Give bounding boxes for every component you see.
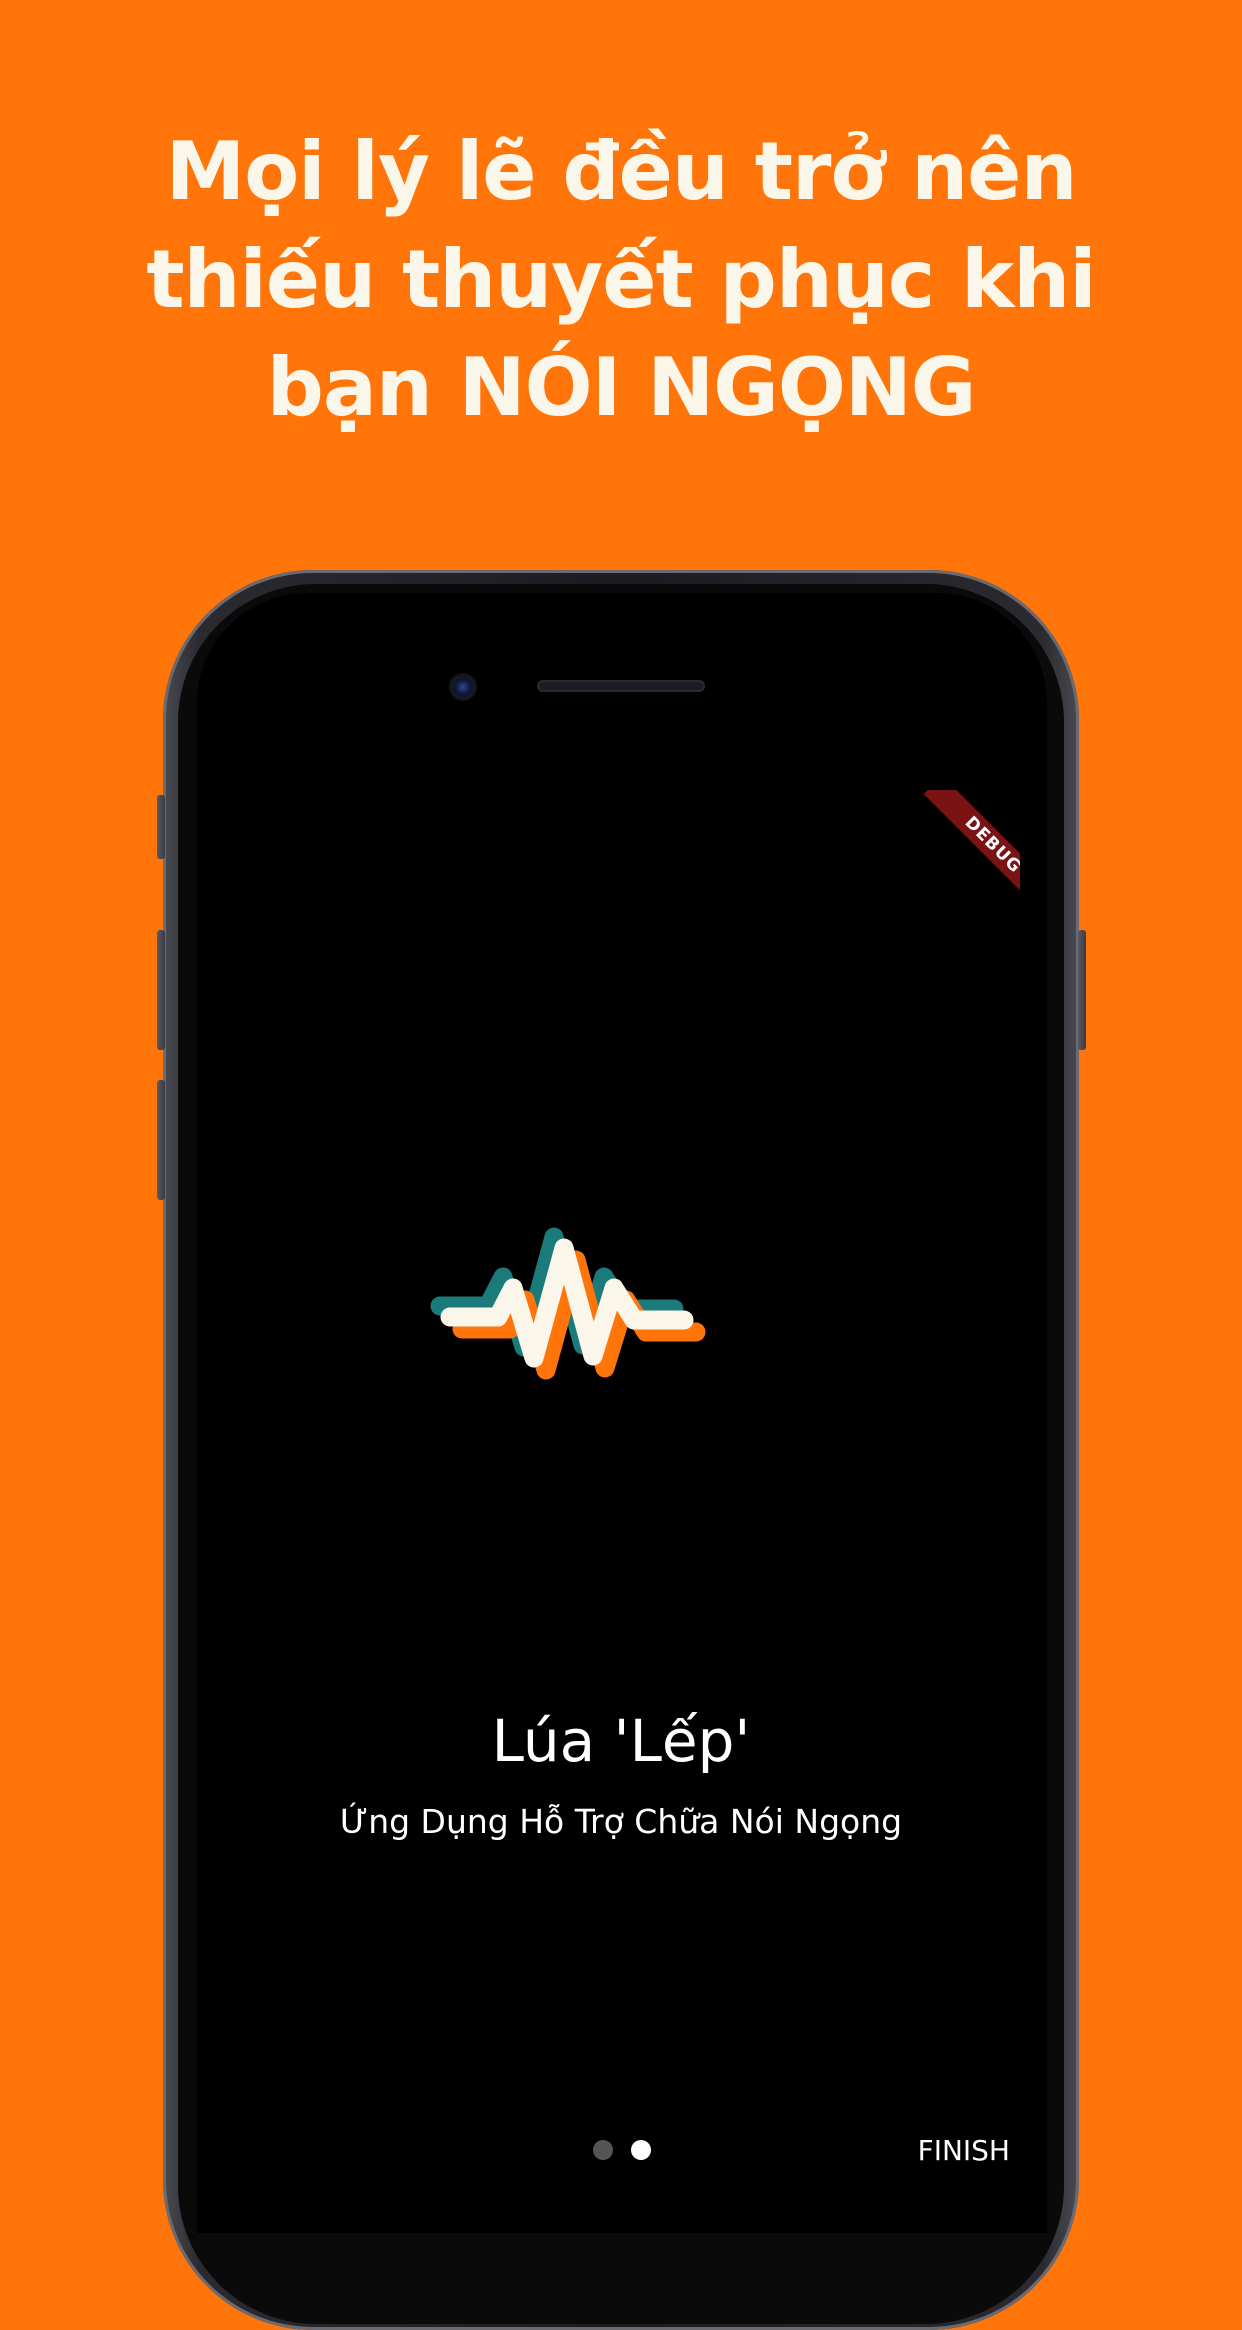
sound-wave-icon [430, 1227, 706, 1380]
finish-button[interactable]: FINISH [860, 2133, 1010, 2169]
headline-line-3: bạn NÓI NGỌNG [266, 341, 977, 434]
headline-line-1: Mọi lý lẽ đều trở nên [165, 125, 1078, 218]
app-title: Lúa 'Lếp' [491, 1707, 751, 1775]
phone-power-button [1078, 930, 1086, 1050]
headline-line-2: thiếu thuyết phục khi [146, 233, 1096, 326]
phone-volume-down-button [157, 1080, 165, 1200]
debug-banner-label: DEBUG [923, 790, 1020, 910]
debug-banner: DEBUG [900, 790, 1020, 910]
phone-mute-switch [157, 795, 165, 859]
front-camera [451, 675, 475, 699]
earpiece-speaker [537, 680, 705, 692]
promo-headline: Mọi lý lẽ đều trở nên thiếu thuyết phục … [0, 118, 1242, 442]
page-dot-1[interactable] [593, 2140, 613, 2160]
phone-volume-up-button [157, 930, 165, 1050]
page-dot-2[interactable] [631, 2140, 651, 2160]
app-subtitle: Ứng Dụng Hỗ Trợ Chữa Nói Ngọng [339, 1802, 903, 1841]
